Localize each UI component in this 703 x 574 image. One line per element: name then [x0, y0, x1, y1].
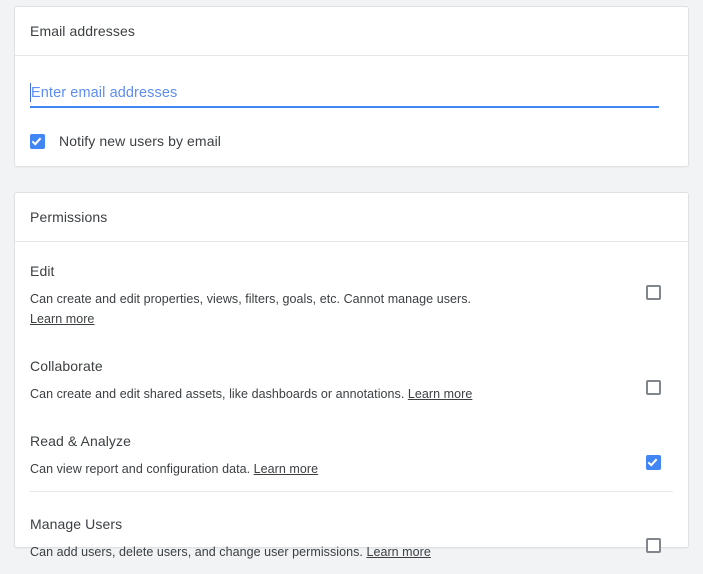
email-input-placeholder: Enter email addresses [31, 85, 178, 101]
permission-description-text-read-and-analyze: Can view report and configuration data. [30, 462, 251, 476]
permission-row-read-and-analyze[interactable]: Read & Analyze Can view report and confi… [30, 416, 673, 491]
permission-title-manage-users: Manage Users [30, 516, 123, 532]
email-card-title: Email addresses [30, 23, 135, 39]
permission-checkbox-read-and-analyze[interactable] [645, 455, 661, 470]
permission-row-collaborate[interactable]: Collaborate Can create and edit shared a… [30, 341, 673, 416]
permission-title-read-and-analyze: Read & Analyze [30, 433, 132, 449]
permission-checkbox-collaborate[interactable] [645, 380, 661, 395]
permission-checkbox-edit[interactable] [645, 285, 661, 300]
permission-description-text-edit: Can create and edit properties, views, f… [30, 292, 472, 306]
email-input-underline [30, 106, 659, 108]
permissions-card-title: Permissions [30, 209, 108, 225]
permission-description-edit: Can create and edit properties, views, f… [30, 289, 633, 329]
permission-checkbox-wrapper-edit[interactable] [633, 263, 673, 300]
permission-description-text-collaborate: Can create and edit shared assets, like … [30, 387, 405, 401]
permission-description-manage-users: Can add users, delete users, and change … [30, 542, 633, 562]
notify-new-users-row[interactable]: Notify new users by email [30, 133, 673, 149]
permission-text-edit: Edit Can create and edit properties, vie… [30, 263, 633, 329]
email-addresses-card: Email addresses Enter email addresses No… [14, 6, 689, 167]
permission-row-edit[interactable]: Edit Can create and edit properties, vie… [30, 242, 673, 341]
permission-text-collaborate: Collaborate Can create and edit shared a… [30, 358, 633, 404]
permission-description-text-manage-users: Can add users, delete users, and change … [30, 545, 363, 559]
permission-checkbox-wrapper-manage-users[interactable] [633, 516, 673, 553]
permission-row-manage-users[interactable]: Manage Users Can add users, delete users… [30, 491, 673, 574]
email-card-header: Email addresses [15, 7, 688, 56]
permission-checkbox-wrapper-read-and-analyze[interactable] [633, 433, 673, 470]
permission-checkbox-manage-users[interactable] [645, 538, 661, 553]
permissions-card-header: Permissions [15, 193, 688, 242]
notify-new-users-label: Notify new users by email [59, 133, 222, 149]
permission-title-edit: Edit [30, 263, 55, 279]
permission-text-read-and-analyze: Read & Analyze Can view report and confi… [30, 433, 633, 479]
page-root: Email addresses Enter email addresses No… [0, 0, 703, 559]
notify-new-users-checkbox[interactable] [30, 133, 45, 149]
learn-more-link-read-and-analyze[interactable]: Learn more [254, 462, 318, 476]
permission-title-collaborate: Collaborate [30, 358, 103, 374]
permissions-list: Edit Can create and edit properties, vie… [15, 242, 688, 574]
permission-description-read-and-analyze: Can view report and configuration data. … [30, 459, 633, 479]
learn-more-link-edit[interactable]: Learn more [30, 312, 94, 326]
permission-description-collaborate: Can create and edit shared assets, like … [30, 384, 633, 404]
permission-text-manage-users: Manage Users Can add users, delete users… [30, 516, 633, 562]
permissions-card: Permissions Edit Can create and edit pro… [14, 192, 689, 559]
permission-checkbox-wrapper-collaborate[interactable] [633, 358, 673, 395]
email-input-wrapper[interactable]: Enter email addresses [30, 82, 673, 108]
learn-more-link-collaborate[interactable]: Learn more [408, 387, 472, 401]
learn-more-link-manage-users[interactable]: Learn more [366, 545, 430, 559]
email-card-body: Enter email addresses Notify new users b… [15, 82, 688, 149]
